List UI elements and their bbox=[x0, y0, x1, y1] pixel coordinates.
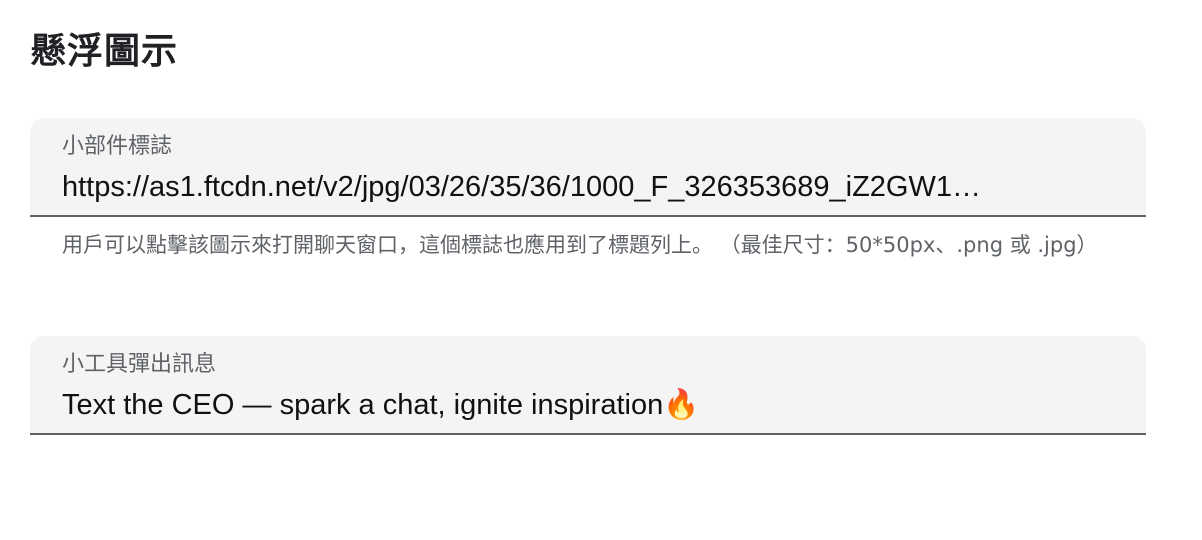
widget-logo-field[interactable]: 小部件標誌 bbox=[30, 118, 1146, 217]
widget-popup-message-input[interactable] bbox=[62, 386, 1112, 424]
widget-logo-input[interactable] bbox=[62, 168, 1112, 206]
widget-popup-message-label: 小工具彈出訊息 bbox=[62, 352, 217, 377]
section-title: 懸浮圖示 bbox=[30, 31, 179, 72]
widget-logo-label: 小部件標誌 bbox=[62, 134, 173, 159]
floating-icon-settings-page: 懸浮圖示 小部件標誌 用戶可以點擊該圖示來打開聊天窗口，這個標誌也應用到了標題列… bbox=[0, 0, 1202, 540]
widget-popup-message-field[interactable]: 小工具彈出訊息 bbox=[30, 336, 1146, 435]
widget-logo-helper-text: 用戶可以點擊該圖示來打開聊天窗口，這個標誌也應用到了標題列上。 （最佳尺寸：50… bbox=[62, 233, 1098, 257]
